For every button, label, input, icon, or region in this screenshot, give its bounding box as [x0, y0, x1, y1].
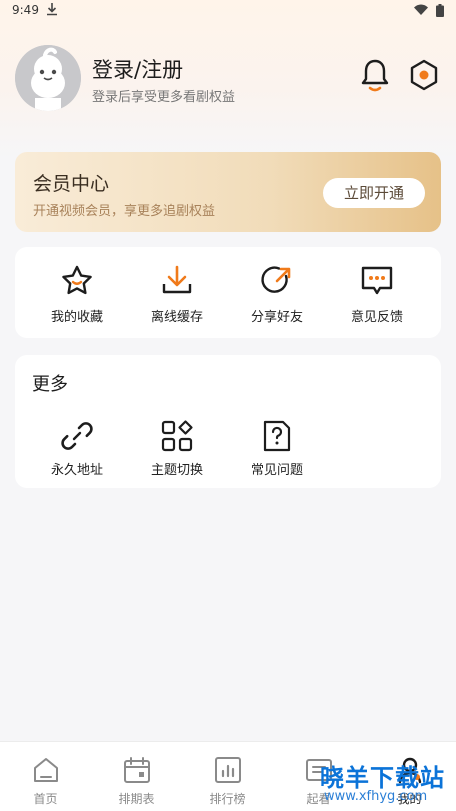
- login-title[interactable]: 登录/注册: [92, 54, 183, 84]
- feedback-label: 意见反馈: [350, 310, 403, 325]
- feedback-item[interactable]: 意见反馈: [327, 264, 427, 344]
- permanent-address-label: 永久地址: [50, 463, 103, 478]
- status-time: 9:49: [12, 3, 39, 17]
- watermark-text: 晓羊下载站: [320, 764, 445, 792]
- link-icon: [60, 419, 94, 453]
- home-icon: [31, 755, 61, 785]
- watermark-url: www.xfhyg.com: [324, 789, 428, 804]
- download-icon: [160, 264, 194, 298]
- status-bar: 9:49: [0, 0, 456, 22]
- more-title: 更多: [32, 374, 68, 395]
- theme-grid-icon: [160, 419, 194, 453]
- share-friends-item[interactable]: 分享好友: [227, 264, 327, 344]
- more-card: 更多 永久地址 主题切换 常见问题: [15, 355, 441, 488]
- profile-header[interactable]: 登录/注册 登录后享受更多看剧权益: [15, 45, 441, 113]
- quick-actions-card: 我的收藏 离线缓存 分享好友 意见反馈: [15, 247, 441, 338]
- vip-title: 会员中心: [33, 173, 110, 195]
- tab-ranking[interactable]: 排行榜: [182, 742, 273, 811]
- offline-cache-label: 离线缓存: [150, 310, 203, 325]
- battery-icon: [436, 4, 444, 20]
- tab-ranking-label: 排行榜: [209, 792, 246, 806]
- theme-switch-item[interactable]: 主题切换: [127, 419, 227, 499]
- tab-schedule[interactable]: 排期表: [91, 742, 182, 811]
- vip-subtitle: 开通视频会员，享更多追剧权益: [33, 204, 216, 219]
- favorites-item[interactable]: 我的收藏: [27, 264, 127, 344]
- offline-cache-item[interactable]: 离线缓存: [127, 264, 227, 344]
- tab-home-label: 首页: [33, 792, 58, 806]
- download-status-icon: [46, 2, 58, 19]
- feedback-icon: [360, 264, 394, 298]
- vip-center-card[interactable]: 会员中心 开通视频会员，享更多追剧权益 立即开通: [15, 152, 441, 232]
- wifi-icon: [414, 4, 428, 18]
- faq-item[interactable]: 常见问题: [227, 419, 327, 499]
- question-doc-icon: [260, 419, 294, 453]
- calendar-icon: [122, 755, 152, 785]
- theme-switch-label: 主题切换: [150, 463, 203, 478]
- settings-icon[interactable]: [407, 58, 441, 92]
- tab-schedule-label: 排期表: [118, 792, 155, 806]
- bell-icon[interactable]: [358, 57, 392, 93]
- faq-label: 常见问题: [250, 463, 303, 478]
- activate-vip-button[interactable]: 立即开通: [323, 178, 425, 208]
- share-friends-label: 分享好友: [250, 310, 303, 325]
- star-icon: [60, 264, 94, 298]
- favorites-label: 我的收藏: [50, 310, 103, 325]
- tab-home[interactable]: 首页: [0, 742, 91, 811]
- ranking-icon: [213, 755, 243, 785]
- share-icon: [260, 264, 294, 298]
- permanent-address-item[interactable]: 永久地址: [27, 419, 127, 499]
- login-subtitle: 登录后享受更多看剧权益: [92, 90, 236, 105]
- avatar[interactable]: [15, 45, 81, 111]
